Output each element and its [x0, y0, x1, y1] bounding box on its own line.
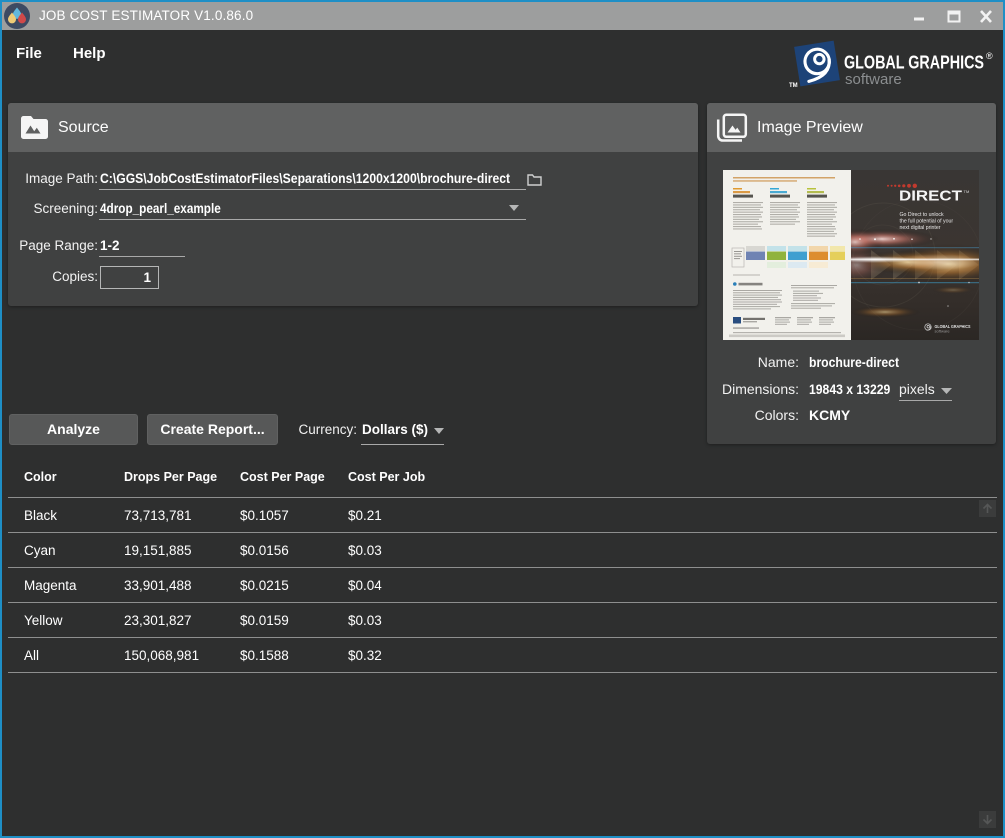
svg-text:software: software	[845, 71, 902, 88]
svg-text:Go Direct to unlock: Go Direct to unlock	[900, 212, 945, 218]
svg-text:DIRECT: DIRECT	[899, 188, 962, 205]
svg-text:TM: TM	[964, 189, 970, 194]
svg-text:GLOBAL GRAPHICS: GLOBAL GRAPHICS	[844, 53, 984, 73]
svg-text:TM: TM	[789, 83, 798, 88]
svg-text:software: software	[935, 329, 951, 334]
svg-text:the full potential of your: the full potential of your	[900, 219, 954, 225]
svg-text:®: ®	[986, 51, 993, 61]
svg-text:next digital printer: next digital printer	[900, 225, 941, 231]
